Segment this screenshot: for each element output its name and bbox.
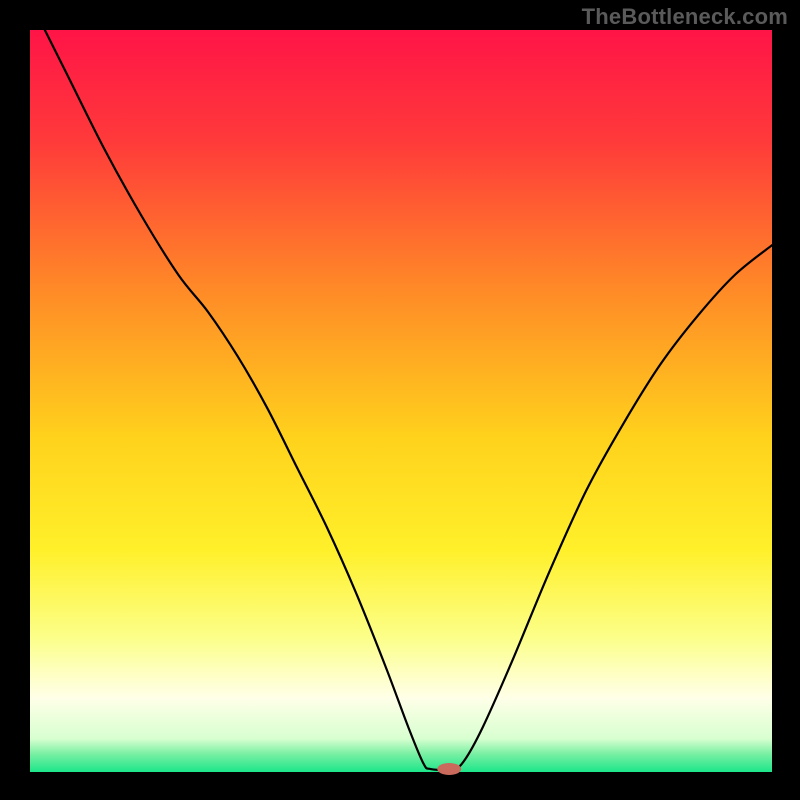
plot-background [30, 30, 772, 772]
chart-svg [0, 0, 800, 800]
chart-container: TheBottleneck.com [0, 0, 800, 800]
watermark-text: TheBottleneck.com [582, 4, 788, 30]
optimum-marker [437, 763, 461, 775]
